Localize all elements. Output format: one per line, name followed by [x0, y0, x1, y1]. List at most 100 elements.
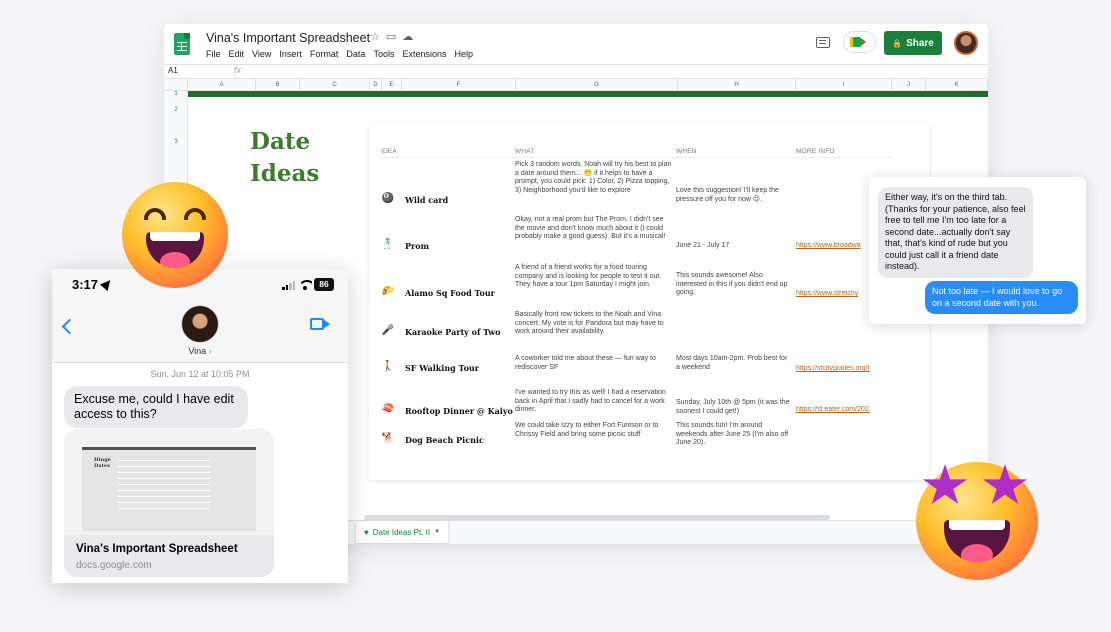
lock-icon: 🔒: [892, 38, 903, 48]
chevron-down-icon[interactable]: ▼: [434, 529, 440, 535]
video-call-icon[interactable]: [310, 318, 330, 330]
column-header-a[interactable]: A: [188, 79, 256, 91]
column-header-c[interactable]: C: [300, 79, 370, 91]
contact-avatar[interactable]: [181, 305, 219, 343]
select-all-corner[interactable]: [164, 79, 188, 91]
idea-what: We could take Izzy to either Fort Funtso…: [515, 422, 659, 438]
cloud-status-icon[interactable]: ☁: [402, 31, 413, 43]
thumbnail-title: Hinge Dates: [94, 457, 111, 469]
idea-when: This sounds awesome! Also interested in …: [676, 272, 788, 296]
dancer-icon: 🕺: [381, 239, 395, 250]
idea-name: Prom: [405, 241, 430, 251]
header-idea: IDEA: [381, 148, 397, 155]
account-avatar[interactable]: [954, 31, 978, 55]
column-header-e[interactable]: E: [382, 79, 402, 91]
link-preview-image: Hinge Dates: [64, 429, 274, 535]
idea-name: Dog Beach Picnic: [405, 435, 484, 445]
column-header-d[interactable]: D: [370, 79, 382, 91]
thumbnail-table: [118, 455, 210, 511]
row-header-3[interactable]: 3: [164, 139, 188, 145]
outgoing-message-bubble[interactable]: Not too late — I would love to go on a s…: [925, 281, 1078, 314]
idea-name: Wild card: [405, 195, 449, 205]
menu-extensions[interactable]: Extensions: [402, 49, 446, 59]
header-when: WHEN: [676, 148, 697, 155]
message-timestamp: Sun, Jun 12 at 10:05 PM: [150, 369, 250, 379]
sheet-tab-date-ideas-pt-ii[interactable]: ♥ Date Ideas Pt. II ▼: [356, 521, 449, 543]
messages-popup: Either way, it's on the third tab. (Than…: [869, 177, 1086, 324]
column-header-b[interactable]: B: [256, 79, 300, 91]
menu-view[interactable]: View: [252, 49, 271, 59]
menu-format[interactable]: Format: [310, 49, 339, 59]
idea-what: Pick 3 random words. Noah will try his b…: [515, 161, 672, 194]
sheet-heading: Date Ideas: [250, 128, 320, 187]
menu-help[interactable]: Help: [454, 49, 473, 59]
idea-link[interactable]: https://www.stretchy: [796, 290, 870, 297]
idea-link[interactable]: https://sf.eater.com/2021/1: [796, 406, 870, 413]
folder-icon[interactable]: ▭: [386, 31, 396, 43]
idea-when: This sounds fun! I'm around weekends aft…: [676, 422, 789, 446]
meet-button[interactable]: [843, 31, 876, 53]
status-time: 3:17: [72, 277, 99, 292]
sheet-tab-label: Date Ideas Pt. II: [372, 527, 431, 537]
idea-what: Basically front row tickets to the Noah …: [515, 311, 664, 335]
menu-insert[interactable]: Insert: [279, 49, 302, 59]
idea-link[interactable]: https://sfcityguides.org/fir: [796, 365, 870, 372]
row-header-2[interactable]: 2: [164, 107, 188, 113]
fx-icon: fx: [234, 65, 242, 75]
share-button[interactable]: 🔒 Share: [884, 31, 942, 55]
menu-tools[interactable]: Tools: [373, 49, 394, 59]
menu-data[interactable]: Data: [346, 49, 365, 59]
star-struck-emoji-icon: [916, 462, 1038, 580]
idea-what: A coworker told me about these — fun way…: [515, 355, 656, 371]
row-header-1[interactable]: 1: [164, 91, 188, 97]
menu-bar: File Edit View Insert Format Data Tools Extensi…: [206, 49, 481, 59]
idea-name: SF Walking Tour: [405, 363, 479, 373]
idea-link[interactable]: https://www.broadwa: [796, 242, 870, 249]
cellular-signal-icon: [282, 281, 296, 290]
column-header-k[interactable]: K: [926, 79, 988, 91]
walking-icon: 🚶: [381, 361, 395, 372]
date-ideas-table: IDEA WHAT WHEN MORE INFO 🎱 Wild card Pic…: [369, 124, 929, 480]
menu-file[interactable]: File: [206, 49, 221, 59]
idea-what: I've wanted to try this as well! I had a…: [515, 389, 666, 413]
wifi-icon: [298, 280, 312, 290]
back-chevron-icon[interactable]: [61, 318, 78, 335]
grinning-face-emoji-icon: [122, 182, 228, 288]
sheets-logo-icon[interactable]: [174, 33, 190, 55]
idea-what: A friend of a friend works for a food to…: [515, 264, 662, 288]
idea-when: Love this suggestion! I'll keep the pres…: [676, 187, 779, 203]
spreadsheet-thumbnail: Hinge Dates: [82, 447, 256, 531]
column-header-j[interactable]: J: [892, 79, 926, 91]
document-title[interactable]: Vina's Important Spreadsheet: [206, 31, 370, 45]
idea-when: June 21 - July 17: [676, 242, 730, 249]
chat-header: Vina ›: [52, 299, 348, 363]
idea-when: Most days 10am-2pm. Prob best for a week…: [676, 355, 788, 371]
battery-indicator: 86: [314, 278, 334, 291]
incoming-message-bubble[interactable]: Excuse me, could I have edit access to t…: [64, 386, 248, 428]
link-domain: docs.google.com: [76, 560, 152, 571]
idea-name: Rooftop Dinner @ Kaiyo: [405, 406, 513, 416]
link-preview-card[interactable]: Hinge Dates Vina's Important Spreadsheet…: [64, 429, 274, 577]
menu-edit[interactable]: Edit: [229, 49, 245, 59]
phone-messages: 3:17 86 Vina › Sun, Jun 12 at 10:05 PM E…: [52, 269, 348, 583]
formula-bar: A1 fx: [164, 64, 988, 79]
share-label: Share: [906, 37, 934, 49]
idea-when: Sunday, July 10th @ 5pm (it was the soon…: [676, 399, 790, 415]
column-header-f[interactable]: F: [402, 79, 516, 91]
header-what: WHAT: [515, 148, 535, 155]
chevron-right-icon: ›: [208, 346, 212, 356]
column-header-h[interactable]: H: [678, 79, 796, 91]
column-header-i[interactable]: I: [796, 79, 892, 91]
microphone-icon: 🎤: [381, 325, 395, 336]
header-band: [188, 91, 988, 97]
sheets-header: Vina's Important Spreadsheet ☆ ▭ ☁ File Edi…: [164, 24, 988, 64]
incoming-message-bubble[interactable]: Either way, it's on the third tab. (Than…: [878, 187, 1033, 278]
comment-history-icon[interactable]: [816, 37, 830, 48]
star-icon[interactable]: ☆: [370, 31, 380, 43]
header-divider: [381, 157, 893, 158]
eight-ball-icon: 🎱: [381, 193, 395, 204]
location-arrow-icon: [99, 276, 115, 292]
column-header-g[interactable]: G: [516, 79, 678, 91]
name-box[interactable]: A1: [168, 66, 178, 75]
contact-name[interactable]: Vina ›: [52, 346, 348, 356]
